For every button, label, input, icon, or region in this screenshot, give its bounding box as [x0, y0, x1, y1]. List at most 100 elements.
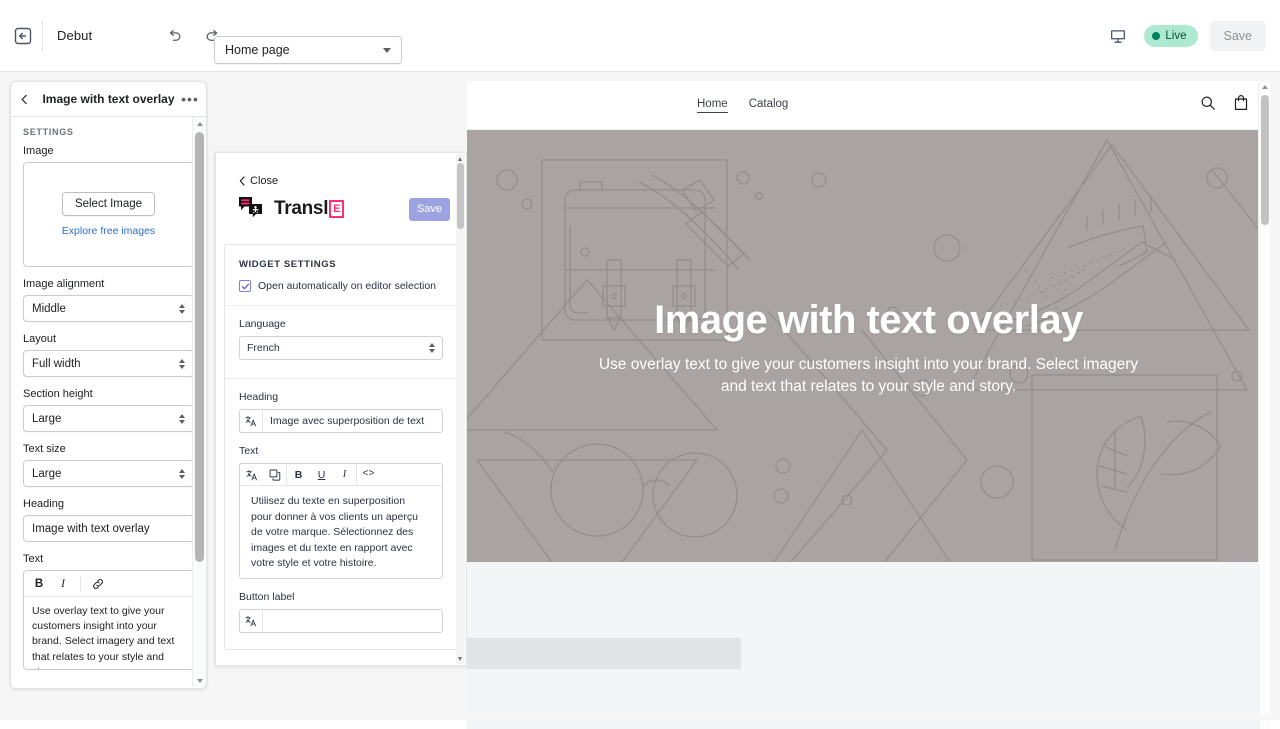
section-height-value: Large [32, 413, 179, 425]
scroll-up-arrow-icon[interactable] [1262, 85, 1268, 89]
hero-section: Image with text overlay Use overlay text… [467, 130, 1270, 562]
save-button[interactable]: Save [1210, 21, 1267, 51]
text-label: Text [23, 553, 194, 565]
text-rich-editor[interactable]: B I Use overlay text to give your custom… [23, 570, 194, 670]
auto-open-checkbox[interactable] [239, 280, 251, 292]
layout-value: Full width [32, 358, 179, 370]
scroll-up-arrow-icon[interactable] [193, 117, 206, 130]
section-height-label: Section height [23, 388, 194, 400]
text-editor-content[interactable]: Use overlay text to give your customers … [24, 597, 193, 669]
page-selector[interactable]: Home page [214, 36, 402, 64]
settings-panel-scrollbar[interactable] [192, 117, 205, 687]
theme-name: Debut [57, 28, 92, 43]
translate-glyph-icon [245, 415, 257, 427]
language-value: French [247, 342, 429, 354]
checkmark-icon [241, 282, 250, 291]
heading-label: Heading [23, 498, 194, 510]
translate-button[interactable] [240, 464, 263, 485]
hero-text-overlay: Image with text overlay Use overlay text… [467, 298, 1270, 397]
auto-open-setting-row[interactable]: Open automatically on editor selection [225, 270, 457, 305]
select-image-button[interactable]: Select Image [62, 192, 155, 216]
undo-icon [166, 28, 183, 45]
live-status-badge[interactable]: Live [1144, 25, 1197, 47]
translate-text-field-group: Text [225, 433, 457, 579]
text-size-value: Large [32, 468, 179, 480]
heading-field-group: Heading Image with text overlay [23, 498, 194, 542]
image-alignment-value: Middle [32, 303, 179, 315]
scrollbar-thumb[interactable] [1261, 95, 1269, 225]
nav-link-home[interactable]: Home [697, 98, 728, 113]
auto-open-label: Open automatically on editor selection [258, 280, 436, 292]
preview-next-section [467, 562, 1270, 729]
nav-link-catalog[interactable]: Catalog [749, 98, 789, 112]
italic-button[interactable]: I [52, 573, 74, 595]
translate-app-panel: Close TranslE [215, 152, 467, 666]
text-size-select[interactable]: Large [23, 460, 194, 487]
preview-scrollbar[interactable] [1258, 81, 1270, 729]
search-button[interactable] [1200, 95, 1216, 116]
bottom-strip [0, 714, 1280, 720]
explore-free-images-link[interactable]: Explore free images [62, 225, 155, 237]
language-select[interactable]: French [239, 336, 443, 360]
translate-icon[interactable] [240, 410, 263, 432]
translate-icon[interactable] [240, 610, 263, 632]
translate-panel-close-button[interactable]: Close [216, 153, 466, 187]
settings-group-label: SETTINGS [11, 117, 206, 145]
storefront-nav: Home Catalog [697, 98, 1200, 113]
bold-button[interactable]: B [287, 464, 310, 485]
image-alignment-select[interactable]: Middle [23, 295, 194, 322]
settings-back-button[interactable] [19, 94, 37, 105]
translate-text-editor[interactable]: B U I <> Utilisez du texte en superposit… [239, 463, 443, 579]
shopping-bag-icon [1233, 94, 1249, 111]
translate-save-button[interactable]: Save [409, 198, 450, 221]
cart-button[interactable] [1233, 94, 1249, 116]
button-label-field-group: Button label [225, 579, 457, 649]
text-editor-toolbar: B I [24, 571, 193, 597]
ellipsis-icon[interactable]: ••• [180, 94, 200, 104]
language-field-group: Language French [225, 306, 457, 360]
underline-button[interactable]: U [310, 464, 333, 485]
translate-text-label: Text [239, 445, 443, 457]
bold-button[interactable]: B [28, 573, 50, 595]
code-button[interactable]: <> [357, 464, 380, 485]
topbar-right-group: Live Save [1104, 0, 1272, 72]
layout-label: Layout [23, 333, 194, 345]
button-label-input[interactable] [239, 609, 443, 633]
exit-editor-button[interactable] [8, 21, 38, 51]
copy-button[interactable] [263, 464, 286, 485]
scrollbar-thumb[interactable] [195, 132, 204, 562]
translate-app-wordmark: TranslE [274, 198, 344, 220]
italic-button[interactable]: I [333, 464, 356, 485]
stepper-arrows-icon [179, 359, 185, 369]
save-button-label: Save [1224, 29, 1253, 43]
scroll-down-arrow-icon[interactable] [193, 674, 206, 687]
widget-settings-title: WIDGET SETTINGS [225, 245, 457, 270]
desktop-monitor-icon [1109, 27, 1127, 45]
section-height-field-group: Section height Large [23, 388, 194, 432]
image-field-group: Image Select Image Explore free images [23, 145, 194, 267]
translate-text-content[interactable]: Utilisez du texte en superposition pour … [240, 486, 442, 578]
layout-field-group: Layout Full width [23, 333, 194, 377]
translate-glyph-icon [245, 615, 257, 627]
hero-heading: Image with text overlay [497, 298, 1240, 342]
stepper-arrows-icon [179, 469, 185, 479]
link-button[interactable] [87, 573, 109, 595]
image-picker[interactable]: Select Image Explore free images [23, 162, 194, 267]
translate-settings-card: WIDGET SETTINGS Open automatically on ed… [224, 244, 458, 650]
undo-button[interactable] [160, 22, 188, 50]
translate-heading-field-group: Heading Image avec superposition de text [225, 379, 457, 433]
image-alignment-field-group: Image alignment Middle [23, 278, 194, 322]
text-field-group: Text B I [23, 553, 194, 670]
toolbar-divider [80, 576, 81, 591]
heading-input[interactable]: Image with text overlay [23, 515, 194, 542]
section-height-select[interactable]: Large [23, 405, 194, 432]
stepper-arrows-icon [179, 414, 185, 424]
speech-bubbles-icon [238, 196, 268, 222]
page-selector-value: Home page [225, 43, 383, 57]
preview-device-button[interactable] [1104, 22, 1132, 50]
translate-heading-input[interactable]: Image avec superposition de text [239, 409, 443, 433]
translate-panel-brand-row: TranslE Save [216, 187, 466, 222]
heading-input-value: Image with text overlay [32, 523, 150, 535]
translate-app-name: Transl [274, 198, 328, 220]
layout-select[interactable]: Full width [23, 350, 194, 377]
